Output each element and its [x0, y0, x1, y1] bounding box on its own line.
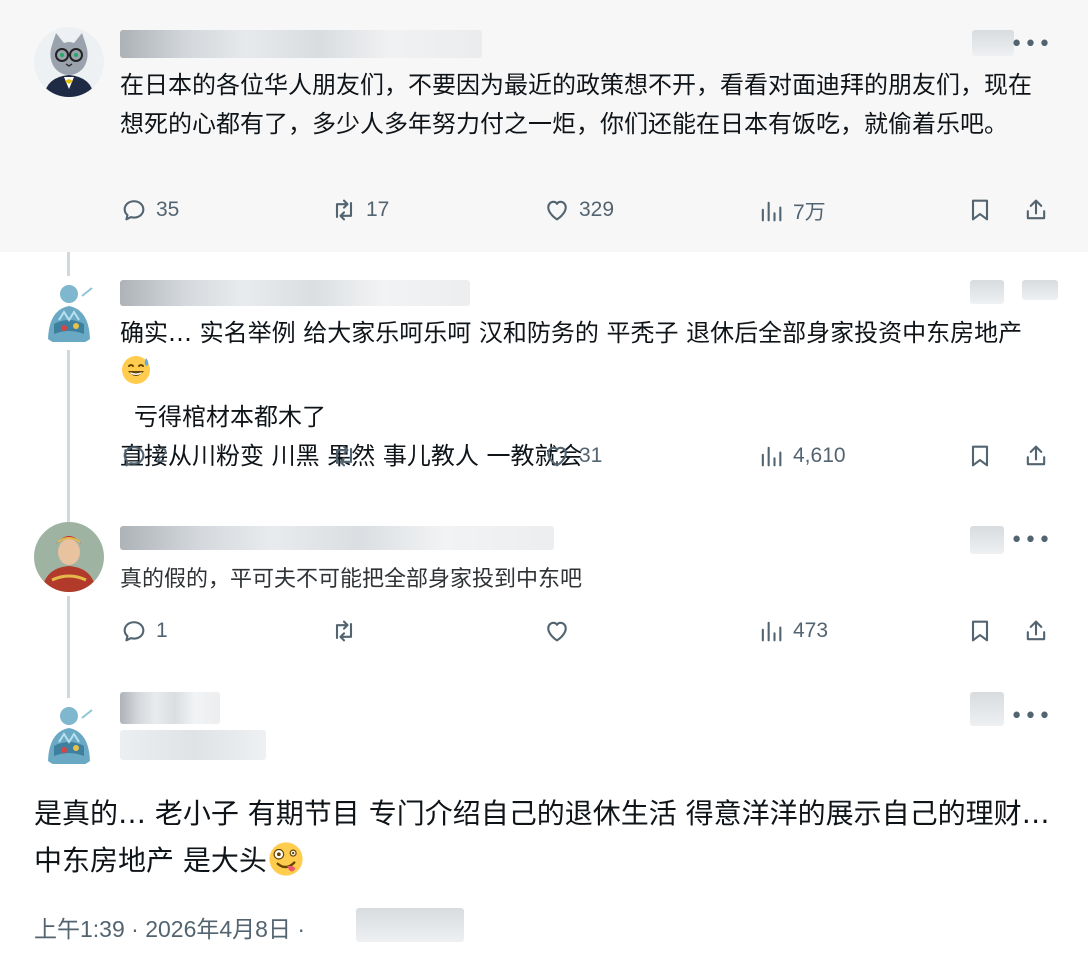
- action-bar: 2 31 4,610: [120, 442, 1060, 482]
- share-icon: [1026, 620, 1046, 641]
- avatar[interactable]: [34, 276, 104, 346]
- views-button[interactable]: 7万: [757, 196, 826, 226]
- views-redacted: [356, 908, 464, 942]
- reply-button[interactable]: 1: [120, 617, 168, 645]
- tweet-text-line: 确实… 实名举例 给大家乐呵乐呵 汉和防务的 平秃子 退休后全部身家投资中东房地…: [120, 319, 1023, 347]
- avatar[interactable]: [34, 698, 104, 768]
- like-icon: [547, 621, 567, 642]
- repost-button[interactable]: [330, 617, 366, 645]
- reply-icon: [123, 621, 145, 642]
- like-count: 329: [579, 198, 615, 221]
- tweet-text-body: 是真的… 老小子 有期节目 专门介绍自己的退休生活 得意洋洋的展示自己的理财… …: [34, 797, 1050, 877]
- more-dots-icon[interactable]: •••: [1010, 706, 1052, 728]
- post-meta: 上午1:39 · 2026年4月8日 ·: [34, 910, 305, 944]
- like-count: 31: [579, 444, 603, 467]
- tweet-text-line: 亏得棺材本都木了: [134, 403, 326, 431]
- repost-button[interactable]: [330, 442, 366, 470]
- share-icon: [1026, 445, 1046, 466]
- bookmark-button[interactable]: [966, 442, 1002, 470]
- share-icon: [1026, 199, 1046, 220]
- action-bar: 35 17 329 7万: [120, 196, 1060, 236]
- timestamp-redacted: [970, 280, 1004, 304]
- zany-face-emoji-icon: [267, 840, 305, 892]
- reply-button[interactable]: 2: [120, 442, 168, 470]
- like-button[interactable]: 329: [543, 196, 614, 224]
- figure-avatar-icon: [34, 276, 104, 346]
- display-name-redacted[interactable]: [120, 526, 554, 550]
- share-button[interactable]: [1022, 617, 1058, 645]
- more-dots-redacted: [1022, 280, 1058, 300]
- view-count: 473: [793, 619, 829, 642]
- bookmark-icon: [971, 199, 989, 221]
- like-button[interactable]: [543, 617, 579, 645]
- handle-redacted[interactable]: [120, 730, 266, 760]
- views-button[interactable]: 473: [757, 617, 828, 645]
- display-name-redacted[interactable]: [120, 692, 220, 724]
- display-name-redacted[interactable]: [120, 280, 470, 306]
- bookmark-icon: [971, 445, 989, 467]
- tweet-text: 真的假的，平可夫不可能把全部身家投到中东吧: [120, 567, 583, 592]
- reply-tweet-1[interactable]: ••• 在日本的各位华人朋友们，不要因为最近的政策想不开，看看对面迪拜的朋友们，…: [0, 0, 1088, 252]
- bookmark-button[interactable]: [966, 617, 1002, 645]
- tweet-text: 在日本的各位华人朋友们，不要因为最近的政策想不开，看看对面迪拜的朋友们，现在想死…: [120, 71, 1032, 138]
- reply-icon: [123, 446, 145, 467]
- repost-button[interactable]: 17: [330, 196, 389, 224]
- share-button[interactable]: [1022, 196, 1058, 224]
- views-icon: [761, 201, 782, 222]
- views-icon: [761, 446, 782, 467]
- reply-tweet-3[interactable]: ••• 真的假的，平可夫不可能把全部身家投到中东吧 1 473: [0, 502, 1088, 680]
- more-dots-icon[interactable]: •••: [1010, 530, 1052, 552]
- display-name-redacted[interactable]: [120, 30, 482, 58]
- views-button[interactable]: 4,610: [757, 442, 846, 470]
- view-count: 7万: [793, 201, 826, 224]
- like-icon: [547, 446, 567, 467]
- reply-icon: [123, 200, 145, 221]
- views-icon: [761, 621, 782, 642]
- portrait-avatar-icon: [34, 522, 104, 592]
- avatar[interactable]: [34, 27, 104, 97]
- repost-count: 17: [366, 198, 390, 221]
- more-dots-icon[interactable]: •••: [1010, 34, 1052, 56]
- like-button[interactable]: 31: [543, 442, 602, 470]
- view-count: 4,610: [793, 444, 846, 467]
- action-bar: 1 473: [120, 617, 1060, 657]
- avatar[interactable]: [34, 522, 104, 592]
- cat-avatar-icon: [34, 27, 104, 97]
- timestamp-redacted: [970, 526, 1004, 554]
- focused-tweet: ••• 是真的… 老小子 有期节目 专门介绍自己的退休生活 得意洋洋的展示自己的…: [0, 680, 1088, 956]
- repost-icon: [335, 199, 353, 221]
- sweat-smile-emoji-icon: [120, 354, 152, 398]
- bookmark-icon: [971, 620, 989, 642]
- timestamp[interactable]: 上午1:39 · 2026年4月8日 ·: [34, 916, 305, 942]
- bookmark-button[interactable]: [966, 196, 1002, 224]
- reply-button[interactable]: 35: [120, 196, 179, 224]
- timestamp-redacted: [972, 30, 1014, 56]
- reply-count: 2: [156, 444, 168, 467]
- figure-avatar-icon: [34, 698, 104, 768]
- repost-icon: [335, 445, 353, 467]
- tweet-text: 是真的… 老小子 有期节目 专门介绍自己的退休生活 得意洋洋的展示自己的理财… …: [34, 790, 1054, 892]
- reply-count: 35: [156, 198, 180, 221]
- reply-count: 1: [156, 619, 168, 642]
- share-button[interactable]: [1022, 442, 1058, 470]
- repost-icon: [335, 620, 353, 642]
- reply-tweet-2[interactable]: 确实… 实名举例 给大家乐呵乐呵 汉和防务的 平秃子 退休后全部身家投资中东房地…: [0, 252, 1088, 502]
- like-icon: [547, 200, 567, 221]
- follow-redacted: [970, 692, 1004, 726]
